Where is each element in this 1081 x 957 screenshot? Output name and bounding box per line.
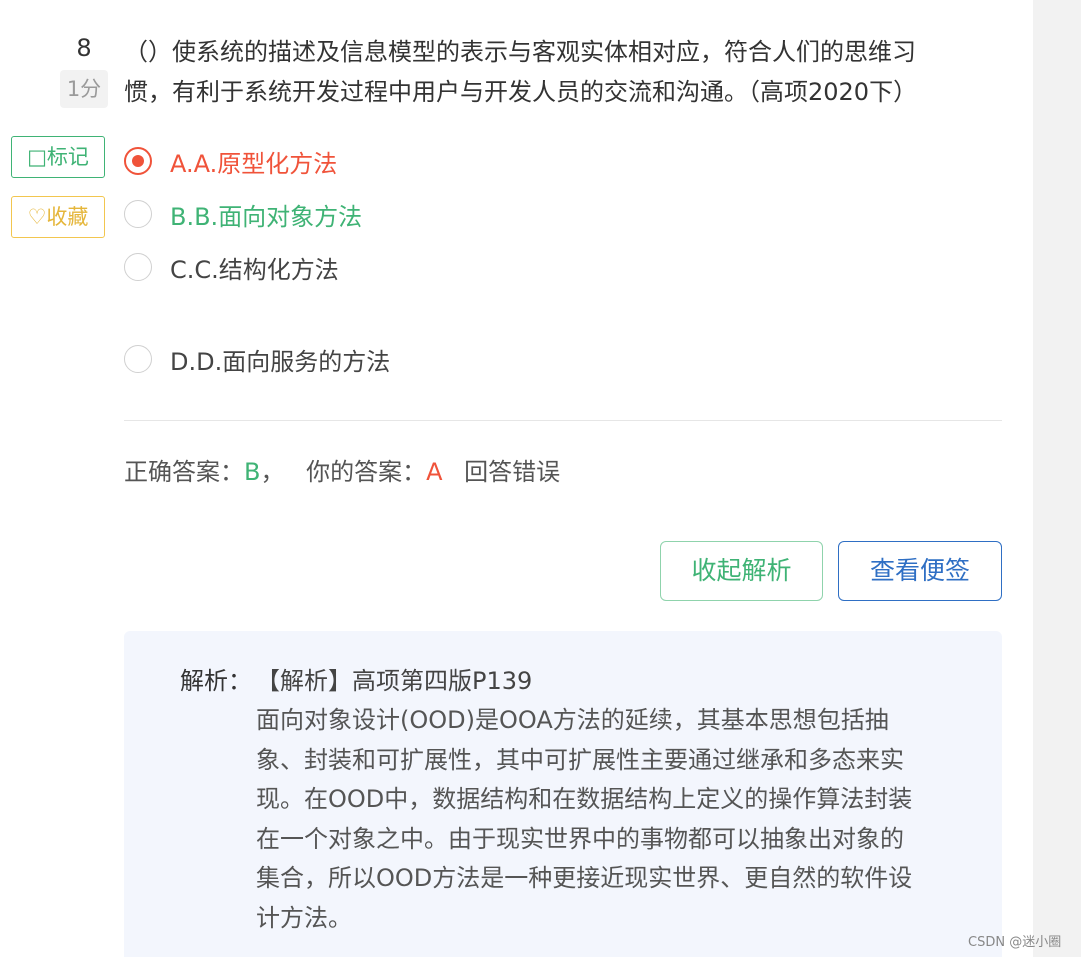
your-answer-value: A	[426, 458, 443, 486]
question-text-line: （）使系统的描述及信息模型的表示与客观实体相对应，符合人们的思维习	[124, 38, 916, 66]
analysis-line: 计方法。	[256, 903, 352, 932]
option-a[interactable]: A.A.原型化方法	[124, 145, 338, 178]
view-notes-button[interactable]: 查看便签	[838, 541, 1002, 601]
option-label: A.A.原型化方法	[170, 149, 338, 178]
question-text-line: 惯，有利于系统开发过程中用户与开发人员的交流和沟通。（高项2020下）	[124, 78, 918, 106]
option-b[interactable]: B.B.面向对象方法	[124, 198, 363, 231]
divider	[124, 420, 1002, 421]
analysis-heading: 【解析】高项第四版P139	[256, 667, 533, 695]
correct-answer-label: 正确答案：	[124, 458, 244, 486]
radio-icon[interactable]	[124, 253, 152, 281]
option-label: D.D.面向服务的方法	[170, 347, 391, 376]
analysis-title: 解析：	[180, 667, 252, 695]
question-card: 8 1分 （）使系统的描述及信息模型的表示与客观实体相对应，符合人们的思维习 惯…	[0, 0, 1033, 957]
question-number: 8	[76, 34, 92, 62]
question-score-badge: 1分	[60, 70, 108, 108]
option-c[interactable]: C.C.结构化方法	[124, 251, 339, 284]
answer-separator: ，	[260, 458, 285, 486]
favorite-button[interactable]: ♡收藏	[11, 196, 105, 238]
correct-answer-value: B	[244, 458, 261, 486]
watermark: CSDN @迷小圈	[968, 935, 1062, 950]
analysis-body: 面向对象设计(OOD)是OOA方法的延续，其基本思想包括抽 象、封装和可扩展性，…	[256, 701, 991, 938]
radio-icon[interactable]	[124, 200, 152, 228]
collapse-analysis-button[interactable]: 收起解析	[660, 541, 823, 601]
analysis-line: 集合，所以OOD方法是一种更接近现实世界、更自然的软件设	[256, 864, 913, 892]
radio-icon[interactable]	[124, 345, 152, 373]
analysis-line: 象、封装和可扩展性，其中可扩展性主要通过继承和多态来实	[256, 745, 904, 774]
radio-selected-icon[interactable]	[124, 147, 152, 175]
analysis-line: 现。在OOD中，数据结构和在数据结构上定义的操作算法封装	[256, 785, 913, 813]
analysis-line: 在一个对象之中。由于现实世界中的事物都可以抽象出对象的	[256, 824, 904, 853]
mark-button[interactable]: □标记	[11, 136, 105, 178]
option-d[interactable]: D.D.面向服务的方法	[124, 343, 391, 376]
analysis-line: 面向对象设计(OOD)是OOA方法的延续，其基本思想包括抽	[256, 706, 889, 734]
option-label: C.C.结构化方法	[170, 255, 339, 284]
analysis-panel: 解析： 【解析】高项第四版P139 面向对象设计(OOD)是OOA方法的延续，其…	[124, 631, 1002, 957]
your-answer-label: 你的答案：	[306, 458, 427, 486]
page-background-strip	[1033, 0, 1081, 957]
option-label: B.B.面向对象方法	[170, 202, 363, 231]
question-text: （）使系统的描述及信息模型的表示与客观实体相对应，符合人们的思维习 惯，有利于系…	[124, 32, 1014, 112]
answer-verdict: 回答错误	[464, 458, 561, 486]
answer-result: 正确答案：B， 你的答案：A 回答错误	[124, 452, 560, 487]
